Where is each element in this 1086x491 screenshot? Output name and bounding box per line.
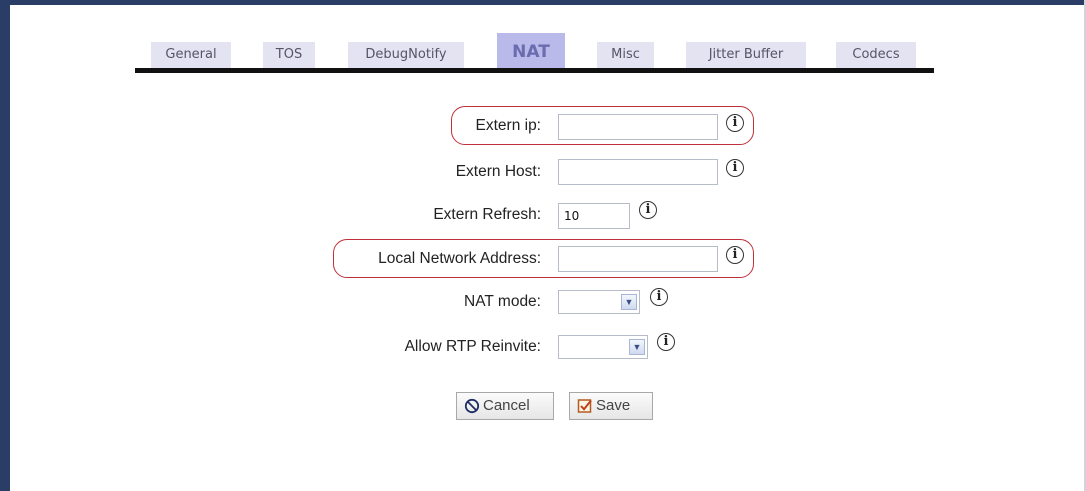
tab-tos[interactable]: TOS: [263, 42, 315, 68]
nat-mode-row: NAT mode: ▼ i: [0, 287, 1086, 317]
tab-jitter-buffer[interactable]: Jitter Buffer: [686, 42, 806, 68]
save-button-label: Save: [596, 397, 631, 414]
no-entry-icon: [464, 398, 480, 414]
info-icon[interactable]: i: [726, 114, 744, 132]
extern-ip-input[interactable]: [558, 114, 718, 140]
cancel-button-label: Cancel: [483, 397, 530, 414]
nat-mode-label: NAT mode:: [464, 293, 541, 310]
info-icon[interactable]: i: [650, 288, 668, 306]
cancel-button[interactable]: Cancel: [456, 392, 554, 420]
local-network-address-row: Local Network Address: i: [0, 244, 1086, 274]
extern-host-row: Extern Host: i: [0, 157, 1086, 187]
tab-misc[interactable]: Misc: [597, 42, 654, 68]
extern-host-label: Extern Host:: [455, 163, 541, 180]
save-button[interactable]: Save: [569, 392, 653, 420]
tab-bar: General TOS DebugNotify NAT Misc Jitter …: [0, 0, 1086, 80]
info-icon[interactable]: i: [726, 159, 744, 177]
tab-nat[interactable]: NAT: [497, 33, 565, 68]
tab-debugnotify[interactable]: DebugNotify: [348, 42, 464, 68]
info-icon[interactable]: i: [657, 333, 675, 351]
extern-refresh-input[interactable]: [558, 203, 630, 229]
extern-ip-row: Extern ip: i: [0, 111, 1086, 141]
extern-host-input[interactable]: [558, 159, 718, 185]
info-icon[interactable]: i: [726, 246, 744, 264]
local-network-address-input[interactable]: [558, 246, 718, 272]
allow-rtp-reinvite-row: Allow RTP Reinvite: ▼ i: [0, 332, 1086, 362]
chevron-down-icon[interactable]: ▼: [621, 294, 637, 310]
extern-ip-label: Extern ip:: [475, 117, 541, 134]
extern-refresh-row: Extern Refresh: i: [0, 200, 1086, 230]
extern-refresh-label: Extern Refresh:: [433, 206, 541, 223]
info-icon[interactable]: i: [639, 201, 657, 219]
tab-general[interactable]: General: [151, 42, 231, 68]
local-network-address-label: Local Network Address:: [378, 250, 541, 267]
nat-mode-select[interactable]: ▼: [558, 290, 640, 314]
chevron-down-icon[interactable]: ▼: [629, 339, 645, 355]
tab-codecs[interactable]: Codecs: [836, 42, 916, 68]
allow-rtp-reinvite-select[interactable]: ▼: [558, 335, 648, 359]
tab-underline: [135, 68, 934, 73]
checkbox-icon: [577, 399, 592, 413]
allow-rtp-reinvite-label: Allow RTP Reinvite:: [404, 338, 541, 355]
